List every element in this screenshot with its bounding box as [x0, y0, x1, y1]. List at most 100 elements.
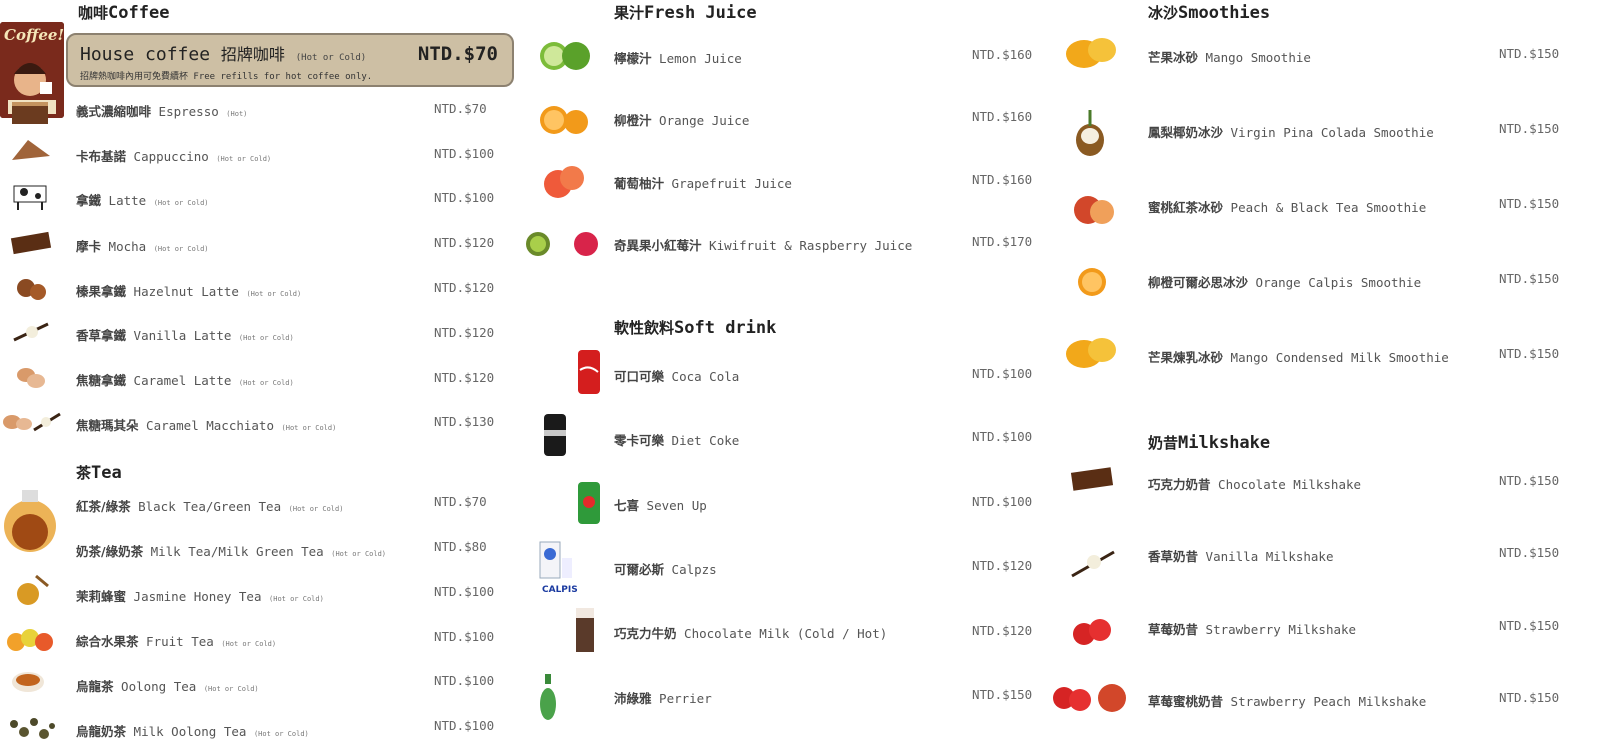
house-coffee-refill-note: 招牌熱咖啡內用可免費續杯 Free refills for hot coffee…: [80, 72, 373, 82]
espresso-icon: [8, 96, 54, 134]
orange-slice-icon: [1070, 262, 1120, 306]
title-en: Fresh Juice: [644, 3, 757, 23]
menu-item[interactable]: 拿鐵 Latte (Hot or Cold): [76, 190, 209, 209]
poster-text: Coffee!: [4, 26, 64, 44]
vanilla-icon: [1066, 540, 1120, 588]
teapot-icon: [0, 476, 64, 564]
strawberry-peach-icon: [1050, 678, 1138, 722]
kiwi-raspberry-icon: [524, 226, 608, 266]
hazelnut-icon: [8, 270, 54, 308]
peach-icon: [1070, 190, 1120, 234]
lime-icon: [534, 36, 596, 80]
menu-item[interactable]: 摩卡 Mocha (Hot or Cold): [76, 236, 209, 255]
menu-item[interactable]: 烏龍奶茶 Milk Oolong Tea (Hot or Cold): [76, 721, 309, 740]
house-coffee-name-en: House coffee: [80, 44, 211, 65]
menu-item[interactable]: 蜜桃紅茶冰砂 Peach & Black Tea Smoothie: [1148, 197, 1426, 216]
title-en: Tea: [91, 463, 122, 483]
section-title-smoothies: 冰沙Smoothies: [1148, 2, 1270, 23]
price: NTD.$150: [1499, 618, 1560, 633]
price: NTD.$100: [434, 584, 495, 599]
price: NTD.$100: [434, 718, 495, 733]
title-en: Coffee: [108, 3, 170, 23]
menu-item[interactable]: 可口可樂 Coca Cola: [614, 366, 739, 385]
price: NTD.$150: [1499, 196, 1560, 211]
pineapple-coconut-icon: [1066, 108, 1114, 162]
menu-item[interactable]: 奶茶/綠奶茶 Milk Tea/Milk Green Tea (Hot or C…: [76, 541, 386, 560]
honey-icon: [8, 572, 54, 610]
price: NTD.$160: [972, 109, 1033, 124]
strawberry-icon: [1068, 612, 1120, 656]
menu-item[interactable]: 巧克力牛奶 Chocolate Milk (Cold / Hot): [614, 623, 887, 642]
mango-icon: [1062, 330, 1124, 378]
menu-item[interactable]: 鳳梨椰奶冰沙 Virgin Pina Colada Smoothie: [1148, 122, 1434, 141]
grapefruit-icon: [538, 160, 592, 208]
section-title-coffee: 咖啡Coffee: [78, 2, 169, 23]
tea-leaves-icon: [0, 704, 62, 748]
price: NTD.$80: [434, 539, 487, 554]
house-coffee-card[interactable]: House coffee 招牌咖啡 (Hot or Cold) NTD.$70 …: [66, 33, 514, 87]
menu-item[interactable]: 紅茶/綠茶 Black Tea/Green Tea (Hot or Cold): [76, 496, 343, 515]
menu-item[interactable]: 可爾必斯 Calpzs: [614, 559, 717, 578]
title-zh: 奶昔: [1148, 434, 1179, 452]
menu-item[interactable]: 草莓蜜桃奶昔 Strawberry Peach Milkshake: [1148, 691, 1426, 710]
menu-item[interactable]: 葡萄柚汁 Grapefruit Juice: [614, 173, 792, 192]
coca-cola-can-icon: [576, 348, 602, 400]
price: NTD.$160: [972, 47, 1033, 62]
price: NTD.$130: [434, 414, 495, 429]
menu-item[interactable]: 奇異果小紅莓汁 Kiwifruit & Raspberry Juice: [614, 235, 912, 254]
teacup-icon: [6, 664, 52, 702]
price: NTD.$70: [434, 101, 487, 116]
price: NTD.$150: [1499, 121, 1560, 136]
section-title-milkshake: 奶昔Milkshake: [1148, 432, 1270, 453]
title-en: Milkshake: [1178, 433, 1271, 453]
menu-item[interactable]: 沛綠雅 Perrier: [614, 688, 712, 707]
menu-item[interactable]: 香草拿鐵 Vanilla Latte (Hot or Cold): [76, 325, 294, 344]
menu-item[interactable]: 茉莉蜂蜜 Jasmine Honey Tea (Hot or Cold): [76, 586, 324, 605]
menu-item[interactable]: 香草奶昔 Vanilla Milkshake: [1148, 546, 1333, 565]
price: NTD.$100: [972, 429, 1033, 444]
price: NTD.$150: [972, 687, 1033, 702]
section-title-soft-drink: 軟性飲料Soft drink: [614, 317, 776, 338]
menu-item[interactable]: 七喜 Seven Up: [614, 495, 707, 514]
chocolate-milk-glass-icon: [568, 604, 604, 660]
menu-item[interactable]: 柳橙可爾必思冰沙 Orange Calpis Smoothie: [1148, 272, 1421, 291]
menu-item[interactable]: 榛果拿鐵 Hazelnut Latte (Hot or Cold): [76, 281, 301, 300]
calpis-bottle-icon: [536, 540, 576, 590]
house-coffee-title: House coffee 招牌咖啡 (Hot or Cold): [80, 41, 366, 65]
price: NTD.$120: [434, 280, 495, 295]
price: NTD.$100: [972, 494, 1033, 509]
price: NTD.$150: [1499, 271, 1560, 286]
title-zh: 茶: [76, 464, 92, 482]
menu-item[interactable]: 焦糖拿鐵 Caramel Latte (Hot or Cold): [76, 370, 294, 389]
menu-item[interactable]: 柳橙汁 Orange Juice: [614, 110, 749, 129]
price: NTD.$160: [972, 172, 1033, 187]
price: NTD.$150: [1499, 46, 1560, 61]
price: NTD.$120: [434, 325, 495, 340]
price: NTD.$100: [434, 673, 495, 688]
menu-item[interactable]: 烏龍茶 Oolong Tea (Hot or Cold): [76, 676, 259, 695]
menu-item[interactable]: 芒果煉乳冰砂 Mango Condensed Milk Smoothie: [1148, 347, 1449, 366]
price: NTD.$150: [1499, 690, 1560, 705]
price: NTD.$150: [1499, 473, 1560, 488]
vanilla-icon: [8, 314, 54, 352]
caramel-vanilla-icon: [0, 404, 62, 442]
price: NTD.$120: [434, 370, 495, 385]
price: NTD.$100: [434, 146, 495, 161]
menu-item[interactable]: 檸檬汁 Lemon Juice: [614, 48, 742, 67]
seven-up-can-icon: [576, 480, 602, 530]
section-title-tea: 茶Tea: [76, 462, 122, 483]
menu-item[interactable]: 草莓奶昔 Strawberry Milkshake: [1148, 619, 1356, 638]
fruit-icon: [4, 622, 58, 660]
menu-item[interactable]: 卡布基諾 Cappuccino (Hot or Cold): [76, 146, 271, 165]
title-en: Soft drink: [674, 318, 777, 338]
title-zh: 咖啡: [78, 4, 109, 22]
chocolate-icon: [1066, 462, 1118, 500]
menu-item[interactable]: 焦糖瑪其朵 Caramel Macchiato (Hot or Cold): [76, 415, 336, 434]
menu-item[interactable]: 綜合水果茶 Fruit Tea (Hot or Cold): [76, 631, 276, 650]
price: NTD.$120: [434, 235, 495, 250]
menu-item[interactable]: 零卡可樂 Diet Coke: [614, 430, 739, 449]
menu-item[interactable]: 巧克力奶昔 Chocolate Milkshake: [1148, 474, 1361, 493]
menu-item[interactable]: 義式濃縮咖啡 Espresso (Hot): [76, 101, 247, 120]
cow-icon: [8, 178, 54, 216]
menu-item[interactable]: 芒果冰砂 Mango Smoothie: [1148, 47, 1311, 66]
